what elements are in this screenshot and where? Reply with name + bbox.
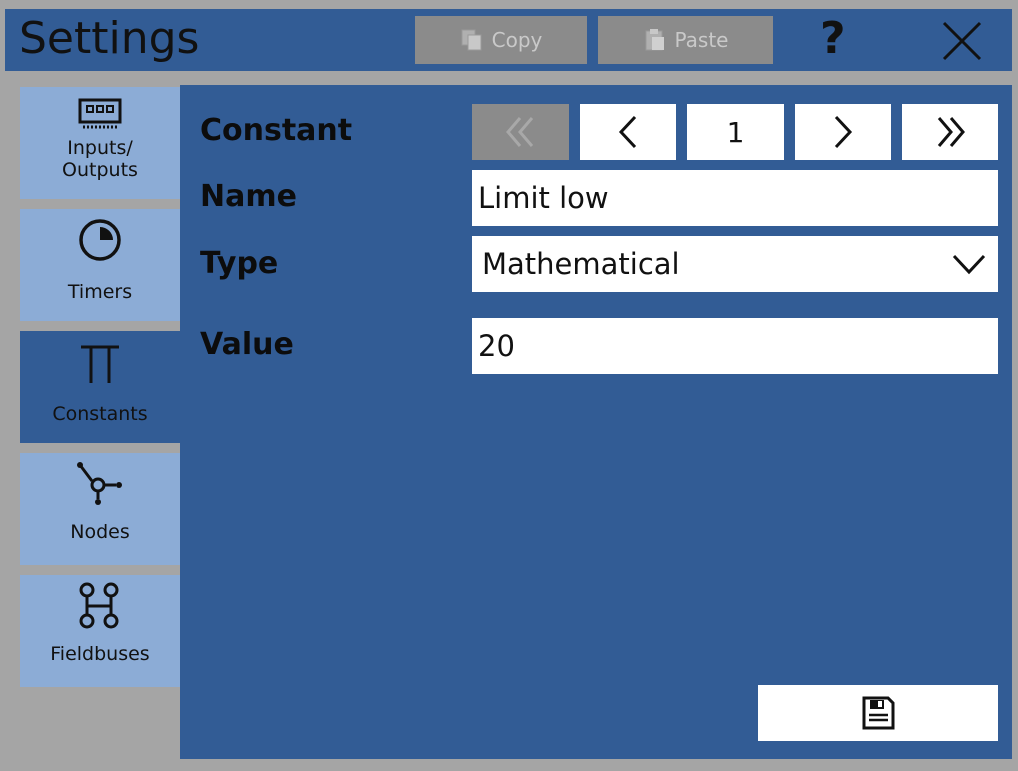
- save-icon: [862, 696, 895, 730]
- save-button[interactable]: [758, 685, 998, 741]
- copy-button[interactable]: Copy: [415, 16, 587, 64]
- fieldbus-icon: [79, 582, 119, 629]
- node-icon: [77, 462, 122, 505]
- constants-panel: Constant 1 Name Limit low Type Mathemati…: [180, 85, 1012, 759]
- chevron-right-icon: [834, 115, 853, 149]
- sidebar-item-inputs-outputs[interactable]: Inputs/ Outputs: [20, 87, 180, 199]
- value-label: Value: [200, 327, 294, 362]
- chevron-left-icon: [618, 115, 637, 149]
- double-chevron-right-icon: [937, 117, 965, 147]
- help-button[interactable]: ?: [820, 11, 846, 67]
- sidebar-item-label: Constants: [52, 403, 148, 425]
- sidebar-item-label: Fieldbuses: [50, 643, 150, 665]
- constant-index-field[interactable]: 1: [687, 104, 784, 160]
- type-label: Type: [200, 246, 279, 281]
- settings-window: Settings Copy Paste ? Inputs/ Outputs Ti…: [5, 9, 1012, 763]
- value-field[interactable]: 20: [472, 318, 998, 374]
- next-button[interactable]: [795, 104, 891, 160]
- last-button[interactable]: [902, 104, 998, 160]
- sidebar-item-nodes[interactable]: Nodes: [20, 453, 180, 565]
- copy-label: Copy: [491, 28, 543, 52]
- close-button[interactable]: [940, 19, 984, 67]
- sidebar-item-constants[interactable]: Constants: [20, 331, 180, 443]
- sidebar-item-label: Nodes: [70, 521, 130, 543]
- constant-label: Constant: [200, 113, 353, 148]
- close-icon: [942, 21, 982, 61]
- sidebar-item-label: Inputs/ Outputs: [62, 137, 138, 181]
- paste-label: Paste: [674, 28, 729, 52]
- chevron-down-icon: [952, 254, 986, 275]
- type-select[interactable]: Mathematical: [472, 236, 998, 292]
- io-module-icon: [78, 98, 122, 129]
- first-button[interactable]: [472, 104, 569, 160]
- pi-icon: [81, 345, 119, 383]
- sidebar-item-timers[interactable]: Timers: [20, 209, 180, 321]
- timer-icon: [79, 219, 121, 261]
- type-select-value: Mathematical: [482, 247, 680, 281]
- paste-button[interactable]: Paste: [598, 16, 773, 64]
- sidebar-item-label: Timers: [67, 281, 133, 303]
- paste-icon: [645, 29, 664, 51]
- double-chevron-left-icon: [505, 117, 533, 147]
- title-bar: Settings Copy Paste ?: [5, 9, 1012, 71]
- previous-button[interactable]: [580, 104, 676, 160]
- name-label: Name: [200, 179, 297, 214]
- sidebar-item-fieldbuses[interactable]: Fieldbuses: [20, 575, 180, 687]
- window-title: Settings: [19, 13, 200, 64]
- copy-icon: [461, 29, 482, 51]
- name-field[interactable]: Limit low: [472, 170, 998, 226]
